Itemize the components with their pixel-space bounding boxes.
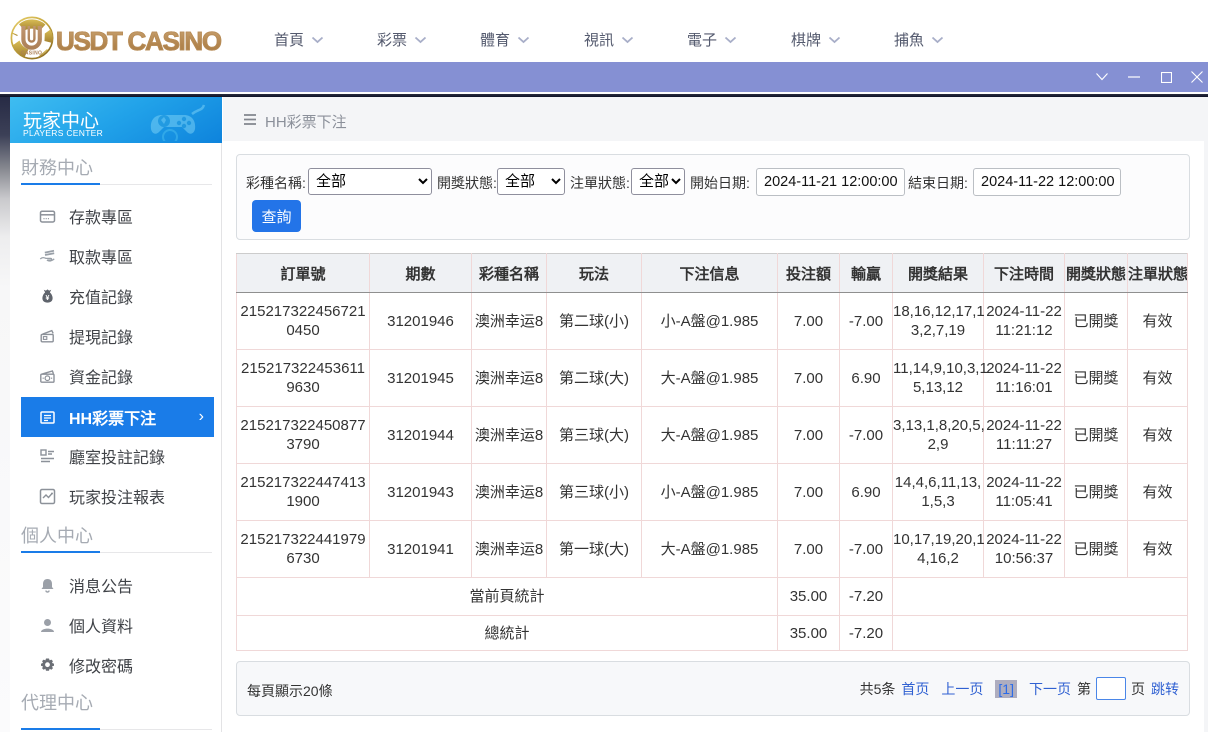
svg-text:CASINO: CASINO <box>21 51 42 57</box>
svg-text:¥: ¥ <box>46 295 50 302</box>
